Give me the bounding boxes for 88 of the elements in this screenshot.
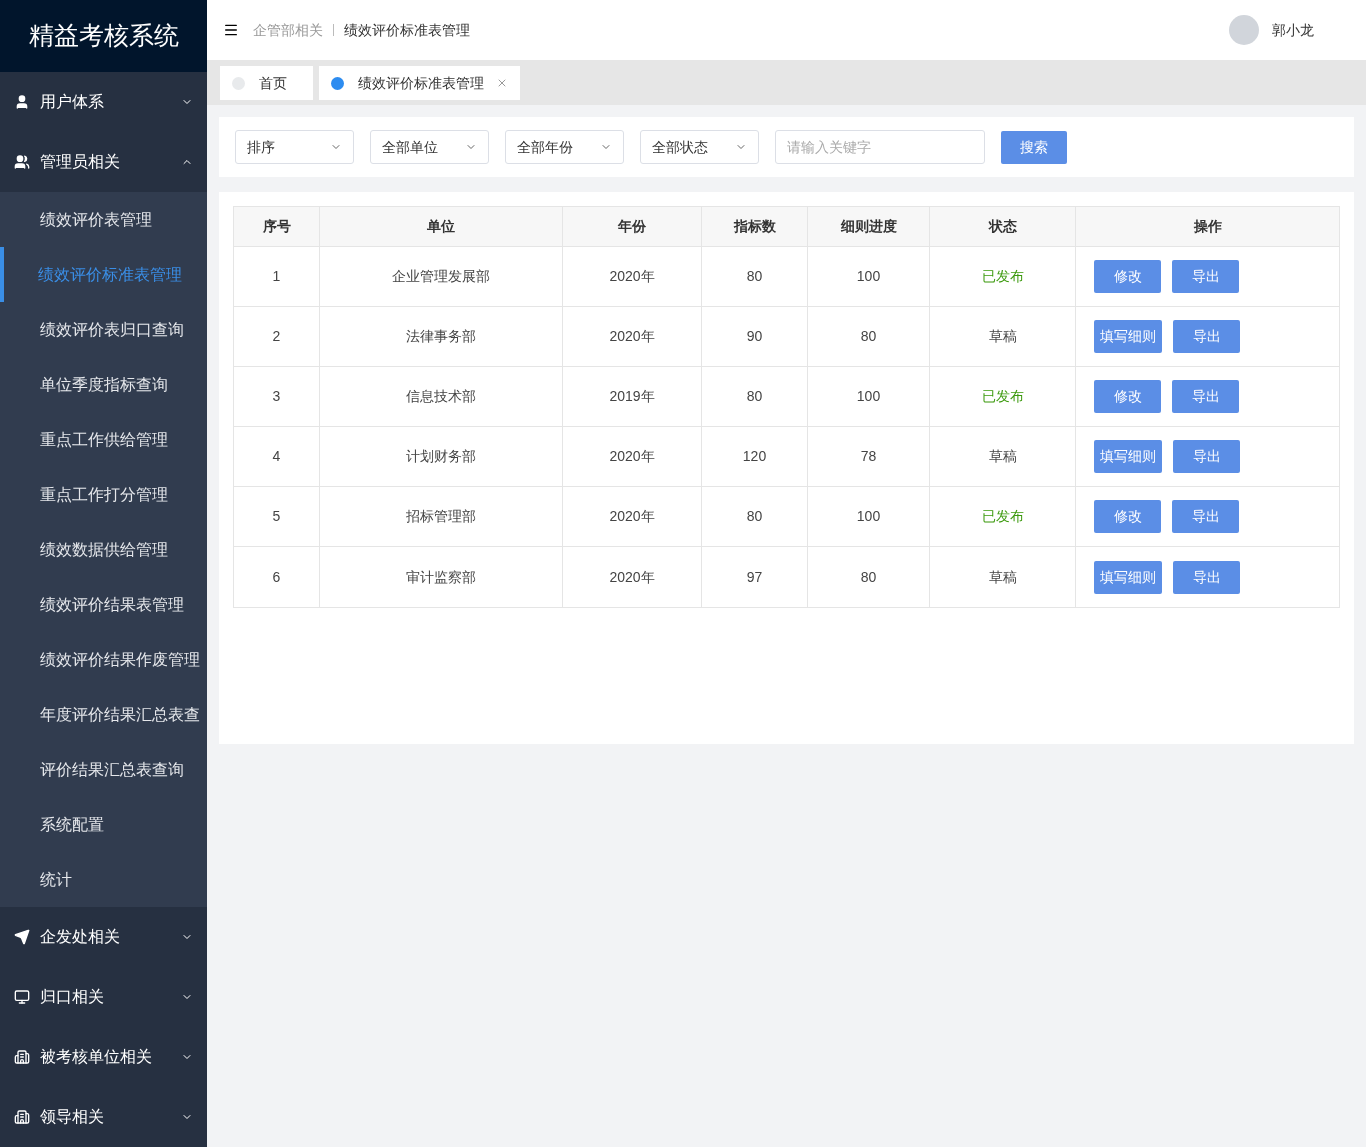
column-header: 指标数 xyxy=(702,207,808,246)
paper-plane-icon xyxy=(14,929,30,945)
column-header: 细则进度 xyxy=(808,207,930,246)
table-cell: 80 xyxy=(702,367,808,426)
group-label: 领导相关 xyxy=(40,1107,105,1127)
close-icon[interactable] xyxy=(496,77,508,89)
table-cell: 97 xyxy=(702,547,808,607)
tab-label: 首页 xyxy=(259,73,288,93)
sidebar-item[interactable]: 绩效评价结果作废管理 xyxy=(0,632,207,687)
table-cell: 2020年 xyxy=(563,247,702,306)
table-cell: 企业管理发展部 xyxy=(320,247,563,306)
table-cell: 100 xyxy=(808,367,930,426)
status-cell: 已发布 xyxy=(930,247,1076,306)
sidebar-item[interactable]: 评价结果汇总表查询 xyxy=(0,742,207,797)
status-cell: 已发布 xyxy=(930,487,1076,546)
table-cell: 2020年 xyxy=(563,487,702,546)
status-cell: 已发布 xyxy=(930,367,1076,426)
table-cell: 80 xyxy=(808,307,930,366)
sidebar-group[interactable]: 归口相关 xyxy=(0,967,207,1027)
sidebar-item[interactable]: 重点工作供给管理 xyxy=(0,412,207,467)
table-cell: 80 xyxy=(702,247,808,306)
table-cell: 120 xyxy=(702,427,808,486)
column-header: 序号 xyxy=(234,207,320,246)
user-icon xyxy=(14,94,30,110)
group-label: 用户体系 xyxy=(40,92,105,112)
table-cell: 2 xyxy=(234,307,320,366)
table-cell: 100 xyxy=(808,247,930,306)
sidebar-item[interactable]: 重点工作打分管理 xyxy=(0,467,207,522)
table-cell: 审计监察部 xyxy=(320,547,563,607)
sidebar-group[interactable]: 被考核单位相关 xyxy=(0,1027,207,1087)
breadcrumb-item: 绩效评价标准表管理 xyxy=(344,20,470,40)
table-cell: 计划财务部 xyxy=(320,427,563,486)
menu-icon[interactable] xyxy=(223,22,239,38)
search-field[interactable]: 请输入关键字 xyxy=(775,130,985,164)
sidebar-item[interactable]: 系统配置 xyxy=(0,797,207,852)
page-tab[interactable]: 首页 xyxy=(220,66,313,100)
sidebar-item[interactable]: 单位季度指标查询 xyxy=(0,357,207,412)
table-cell: 法律事务部 xyxy=(320,307,563,366)
status-cell: 草稿 xyxy=(930,547,1076,607)
sidebar-item[interactable]: 绩效评价结果表管理 xyxy=(0,577,207,632)
sidebar-group[interactable]: 用户体系 xyxy=(0,72,207,132)
sidebar-group[interactable]: 企发处相关 xyxy=(0,907,207,967)
table-cell: 1 xyxy=(234,247,320,306)
table-cell: 90 xyxy=(702,307,808,366)
table-cell: 3 xyxy=(234,367,320,426)
table-cell: 2020年 xyxy=(563,307,702,366)
app-title: 精益考核系统 xyxy=(0,0,207,72)
sidebar-group[interactable]: 管理员相关 xyxy=(0,132,207,192)
dropdown[interactable]: 全部状态 xyxy=(640,130,759,164)
table-cell: 80 xyxy=(808,547,930,607)
dropdown[interactable]: 排序 xyxy=(235,130,354,164)
table-cell: 5 xyxy=(234,487,320,546)
users-icon xyxy=(14,154,30,170)
column-header: 状态 xyxy=(930,207,1076,246)
dropdown[interactable]: 全部单位 xyxy=(370,130,489,164)
table-cell: 2020年 xyxy=(563,547,702,607)
sidebar-item[interactable]: 年度评价结果汇总表查 xyxy=(0,687,207,742)
avatar[interactable] xyxy=(1229,15,1259,45)
sidebar-item[interactable]: 统计 xyxy=(0,852,207,907)
building-icon xyxy=(14,1049,30,1065)
table-cell: 2020年 xyxy=(563,427,702,486)
status-cell: 草稿 xyxy=(930,427,1076,486)
table-cell: 2019年 xyxy=(563,367,702,426)
table-cell: 4 xyxy=(234,427,320,486)
dropdown[interactable]: 全部年份 xyxy=(505,130,624,164)
table-cell: 80 xyxy=(702,487,808,546)
table-cell: 100 xyxy=(808,487,930,546)
monitor-icon xyxy=(14,989,30,1005)
group-label: 归口相关 xyxy=(40,987,105,1007)
group-label: 企发处相关 xyxy=(40,927,121,947)
sidebar-item[interactable]: 绩效数据供给管理 xyxy=(0,522,207,577)
table-cell: 6 xyxy=(234,547,320,607)
group-label: 管理员相关 xyxy=(40,152,121,172)
table-cell: 78 xyxy=(808,427,930,486)
tab-label: 绩效评价标准表管理 xyxy=(358,73,485,93)
column-header: 单位 xyxy=(320,207,563,246)
column-header: 操作 xyxy=(1192,217,1223,236)
table-cell: 招标管理部 xyxy=(320,487,563,546)
sidebar-item[interactable]: 绩效评价表管理 xyxy=(0,192,207,247)
sidebar-item[interactable]: 绩效评价表归口查询 xyxy=(0,302,207,357)
group-label: 被考核单位相关 xyxy=(40,1047,153,1067)
sidebar-group[interactable]: 领导相关 xyxy=(0,1087,207,1147)
building-icon xyxy=(14,1109,30,1125)
status-cell: 草稿 xyxy=(930,307,1076,366)
table-cell: 信息技术部 xyxy=(320,367,563,426)
user-name: 郭小龙 xyxy=(1272,20,1314,40)
page-tab[interactable]: 绩效评价标准表管理 xyxy=(319,66,520,100)
column-header: 年份 xyxy=(563,207,702,246)
